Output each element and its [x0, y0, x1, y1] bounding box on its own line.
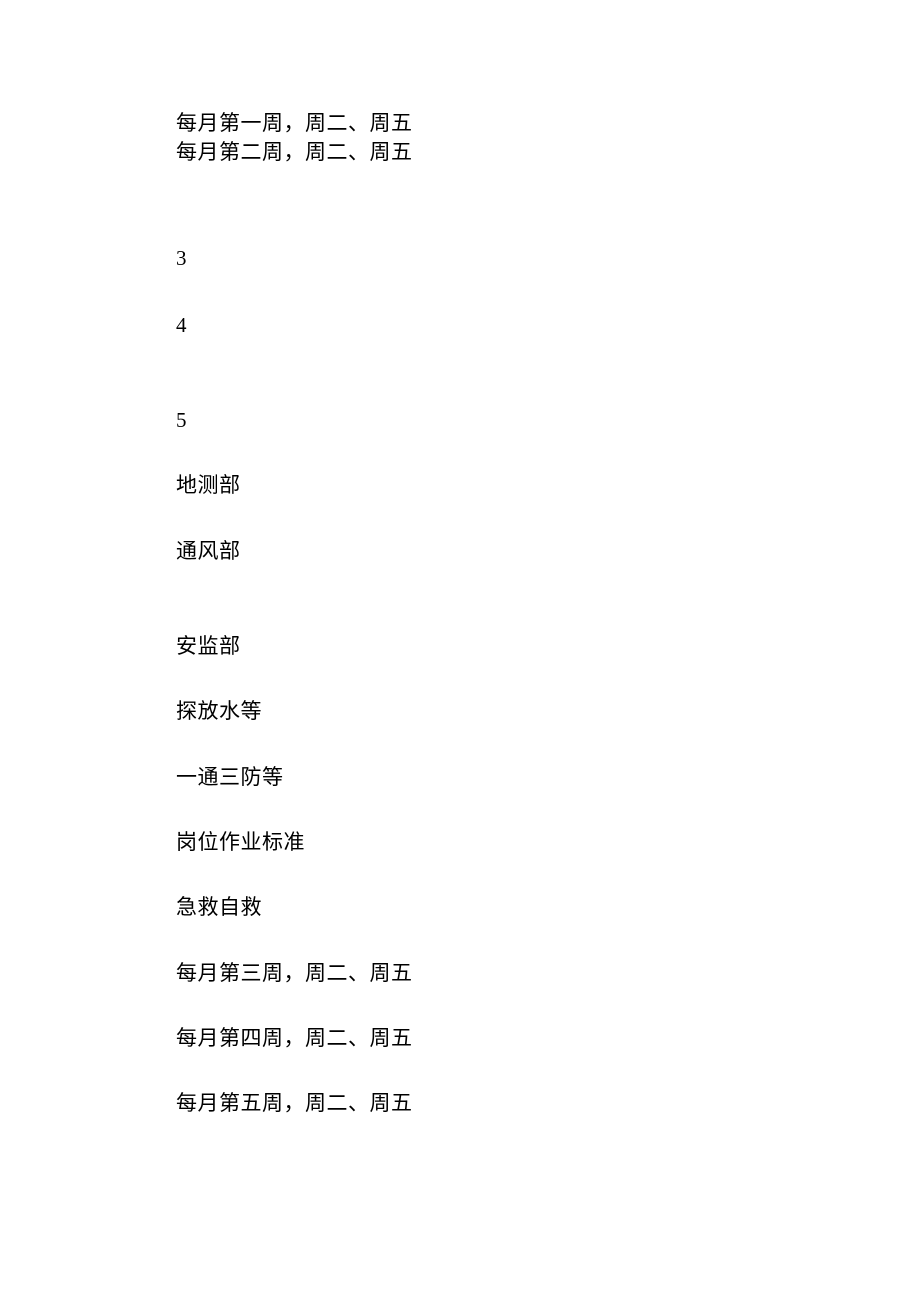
text-line: 安监部: [176, 633, 776, 660]
text-line: 每月第一周，周二、周五: [176, 110, 776, 137]
text-line: 3: [176, 245, 776, 272]
text-line: 5: [176, 407, 776, 434]
text-line: 每月第五周，周二、周五: [176, 1090, 776, 1117]
text-line: 急救自救: [176, 894, 776, 921]
document-body: 每月第一周，周二、周五 每月第二周，周二、周五 3 4 5 地测部 通风部 安监…: [176, 110, 776, 1117]
text-line: 每月第三周，周二、周五: [176, 960, 776, 987]
text-line: 地测部: [176, 472, 776, 499]
text-line: 一通三防等: [176, 764, 776, 791]
text-line: 探放水等: [176, 698, 776, 725]
text-line: 通风部: [176, 538, 776, 565]
text-line: 岗位作业标准: [176, 829, 776, 856]
text-line: 每月第二周，周二、周五: [176, 139, 776, 166]
text-line: 每月第四周，周二、周五: [176, 1025, 776, 1052]
text-line: 4: [176, 312, 776, 339]
